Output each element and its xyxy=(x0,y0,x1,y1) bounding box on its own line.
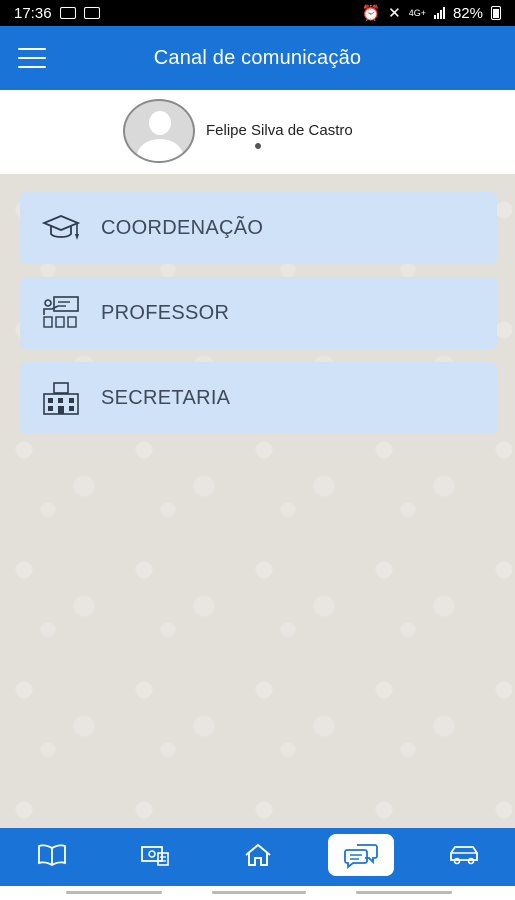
channel-professor[interactable]: PROFESSOR xyxy=(20,277,497,349)
nav-bus[interactable] xyxy=(431,834,497,876)
graduation-cap-icon xyxy=(42,215,80,240)
home-icon xyxy=(245,843,271,866)
status-right: ⏰ ✕ 4G+ 82% xyxy=(361,4,501,22)
nav-book[interactable] xyxy=(19,834,85,876)
channel-list: COORDENAÇÃO PROFESSOR SECRETARIA xyxy=(0,174,515,828)
system-nav-home[interactable] xyxy=(212,891,306,894)
page-title: Canal de comunicação xyxy=(153,47,362,69)
avatar[interactable] xyxy=(123,99,195,163)
status-bar: 17:36 ⏰ ✕ 4G+ 82% xyxy=(0,0,515,26)
status-time: 17:36 xyxy=(14,4,52,22)
channel-label: PROFESSOR xyxy=(101,301,230,324)
nav-home[interactable] xyxy=(225,834,291,876)
bottom-nav xyxy=(0,828,515,886)
bus-icon xyxy=(450,846,478,865)
hamburger-menu-icon[interactable] xyxy=(18,48,46,68)
battery-level: 82% xyxy=(452,4,483,22)
channel-secretaria[interactable]: SECRETARIA xyxy=(20,362,497,434)
app-bar: Canal de comunicação xyxy=(0,26,515,90)
profile-name: Felipe Silva de Castro xyxy=(206,122,353,139)
battery-icon xyxy=(491,6,501,20)
nav-finance[interactable] xyxy=(122,834,188,876)
teacher-board-icon xyxy=(43,296,79,328)
message-notification-icon xyxy=(83,7,100,19)
channel-coordenacao[interactable]: COORDENAÇÃO xyxy=(20,192,497,264)
finance-icon xyxy=(141,846,169,866)
channel-label: COORDENAÇÃO xyxy=(101,216,264,239)
gallery-notification-icon xyxy=(59,7,76,19)
mute-icon: ✕ xyxy=(388,5,401,22)
office-building-icon xyxy=(43,382,79,415)
channel-label: SECRETARIA xyxy=(101,386,231,409)
system-nav-right[interactable] xyxy=(356,891,452,894)
book-icon xyxy=(38,844,66,866)
signal-icon xyxy=(433,7,445,19)
alarm-icon: ⏰ xyxy=(361,5,381,22)
status-left: 17:36 xyxy=(14,5,100,22)
chat-bubbles-icon xyxy=(344,844,378,869)
system-navigation-bar xyxy=(0,886,515,900)
nav-chat[interactable] xyxy=(328,834,394,876)
profile-header: Felipe Silva de Castro xyxy=(0,90,515,174)
system-nav-left[interactable] xyxy=(66,891,162,894)
status-dot xyxy=(255,143,261,149)
network-type: 4G+ xyxy=(408,8,426,18)
